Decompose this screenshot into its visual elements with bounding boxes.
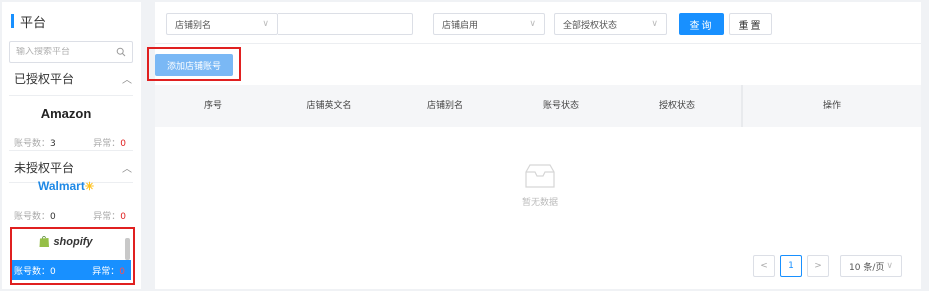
alias-text-input[interactable] — [278, 13, 413, 35]
empty-state-text: 暂无数据 — [521, 198, 558, 208]
table-header: 序号 店铺英文名 店铺别名 账号状态 授权状态 操作 — [155, 85, 921, 127]
count-label: 账号数： — [14, 139, 51, 149]
column-header[interactable]: 店铺别名 — [387, 85, 503, 127]
chevron-down-icon: ∨ — [886, 261, 893, 271]
main-panel: 店铺别名 ∨ 店铺启用 ∨ 全部授权状态 ∨ 查询 重置 添加店铺账号 序号 店… — [147, 2, 921, 289]
page-size-select[interactable]: 10 条/页 ∨ — [840, 255, 902, 277]
column-header[interactable]: 店铺英文名 — [271, 85, 387, 127]
platform-sidebar: 平台 已授权平台 ︿ Amazon 账号数：3 异常：0 未授权平台 ︿ Wal… — [2, 2, 141, 289]
search-icon[interactable] — [116, 47, 126, 57]
sidebar-title-text: 平台 — [20, 15, 47, 31]
alias-select-value: 店铺别名 — [175, 20, 212, 31]
highlight-box-add-button — [147, 47, 241, 81]
error-label: 异常： — [93, 139, 121, 149]
divider — [9, 150, 133, 151]
account-count: 0 — [50, 212, 56, 222]
page-number-button[interactable]: 1 — [780, 255, 802, 277]
enabled-select-value: 店铺启用 — [442, 20, 479, 31]
divider — [9, 95, 133, 96]
error-count: 0 — [120, 139, 126, 149]
unauthorized-section-header[interactable]: 未授权平台 ︿ — [14, 159, 132, 176]
authorized-section-label: 已授权平台 — [14, 72, 75, 86]
amazon-stats[interactable]: 账号数：3 异常：0 — [14, 136, 126, 149]
prev-page-button[interactable]: < — [753, 255, 775, 277]
platform-search-box[interactable] — [9, 41, 133, 63]
filter-bar: 店铺别名 ∨ 店铺启用 ∨ 全部授权状态 ∨ 查询 重置 — [155, 2, 921, 44]
empty-box-icon — [525, 164, 555, 188]
column-header[interactable]: 账号状态 — [503, 85, 619, 127]
title-accent-bar — [11, 14, 14, 28]
auth-status-select[interactable]: 全部授权状态 ∨ — [554, 13, 667, 35]
column-header[interactable]: 操作 — [743, 85, 921, 127]
chevron-down-icon: ∨ — [651, 19, 658, 29]
error-count: 0 — [120, 212, 126, 222]
highlight-box-shopify — [10, 227, 135, 285]
account-count: 3 — [50, 139, 56, 149]
enabled-select[interactable]: 店铺启用 ∨ — [433, 13, 545, 35]
walmart-name: Walmart — [37, 179, 85, 193]
chevron-up-icon[interactable]: ︿ — [122, 160, 132, 175]
error-label: 异常： — [93, 212, 121, 222]
next-page-button[interactable]: > — [807, 255, 829, 277]
authorized-section-header[interactable]: 已授权平台 ︿ — [14, 70, 132, 87]
column-header[interactable]: 序号 — [155, 85, 271, 127]
chevron-down-icon: ∨ — [529, 19, 536, 29]
column-header[interactable]: 授权状态 — [619, 85, 735, 127]
page-size-value: 10 条/页 — [849, 262, 885, 273]
chevron-down-icon: ∨ — [262, 19, 269, 29]
platform-search-input[interactable] — [16, 47, 116, 57]
unauthorized-section-label: 未授权平台 — [14, 161, 75, 175]
amazon-logo[interactable]: Amazon — [2, 106, 130, 121]
alias-select[interactable]: 店铺别名 ∨ — [166, 13, 278, 35]
sidebar-title: 平台 — [11, 12, 47, 31]
walmart-logo[interactable]: Walmart✳ — [2, 179, 130, 193]
walmart-spark-icon: ✳ — [84, 181, 95, 193]
chevron-up-icon[interactable]: ︿ — [122, 71, 132, 86]
auth-status-select-value: 全部授权状态 — [563, 20, 618, 31]
query-button[interactable]: 查询 — [679, 13, 724, 35]
walmart-stats[interactable]: 账号数：0 异常：0 — [14, 209, 126, 222]
count-label: 账号数： — [14, 212, 51, 222]
reset-button[interactable]: 重置 — [729, 13, 772, 35]
